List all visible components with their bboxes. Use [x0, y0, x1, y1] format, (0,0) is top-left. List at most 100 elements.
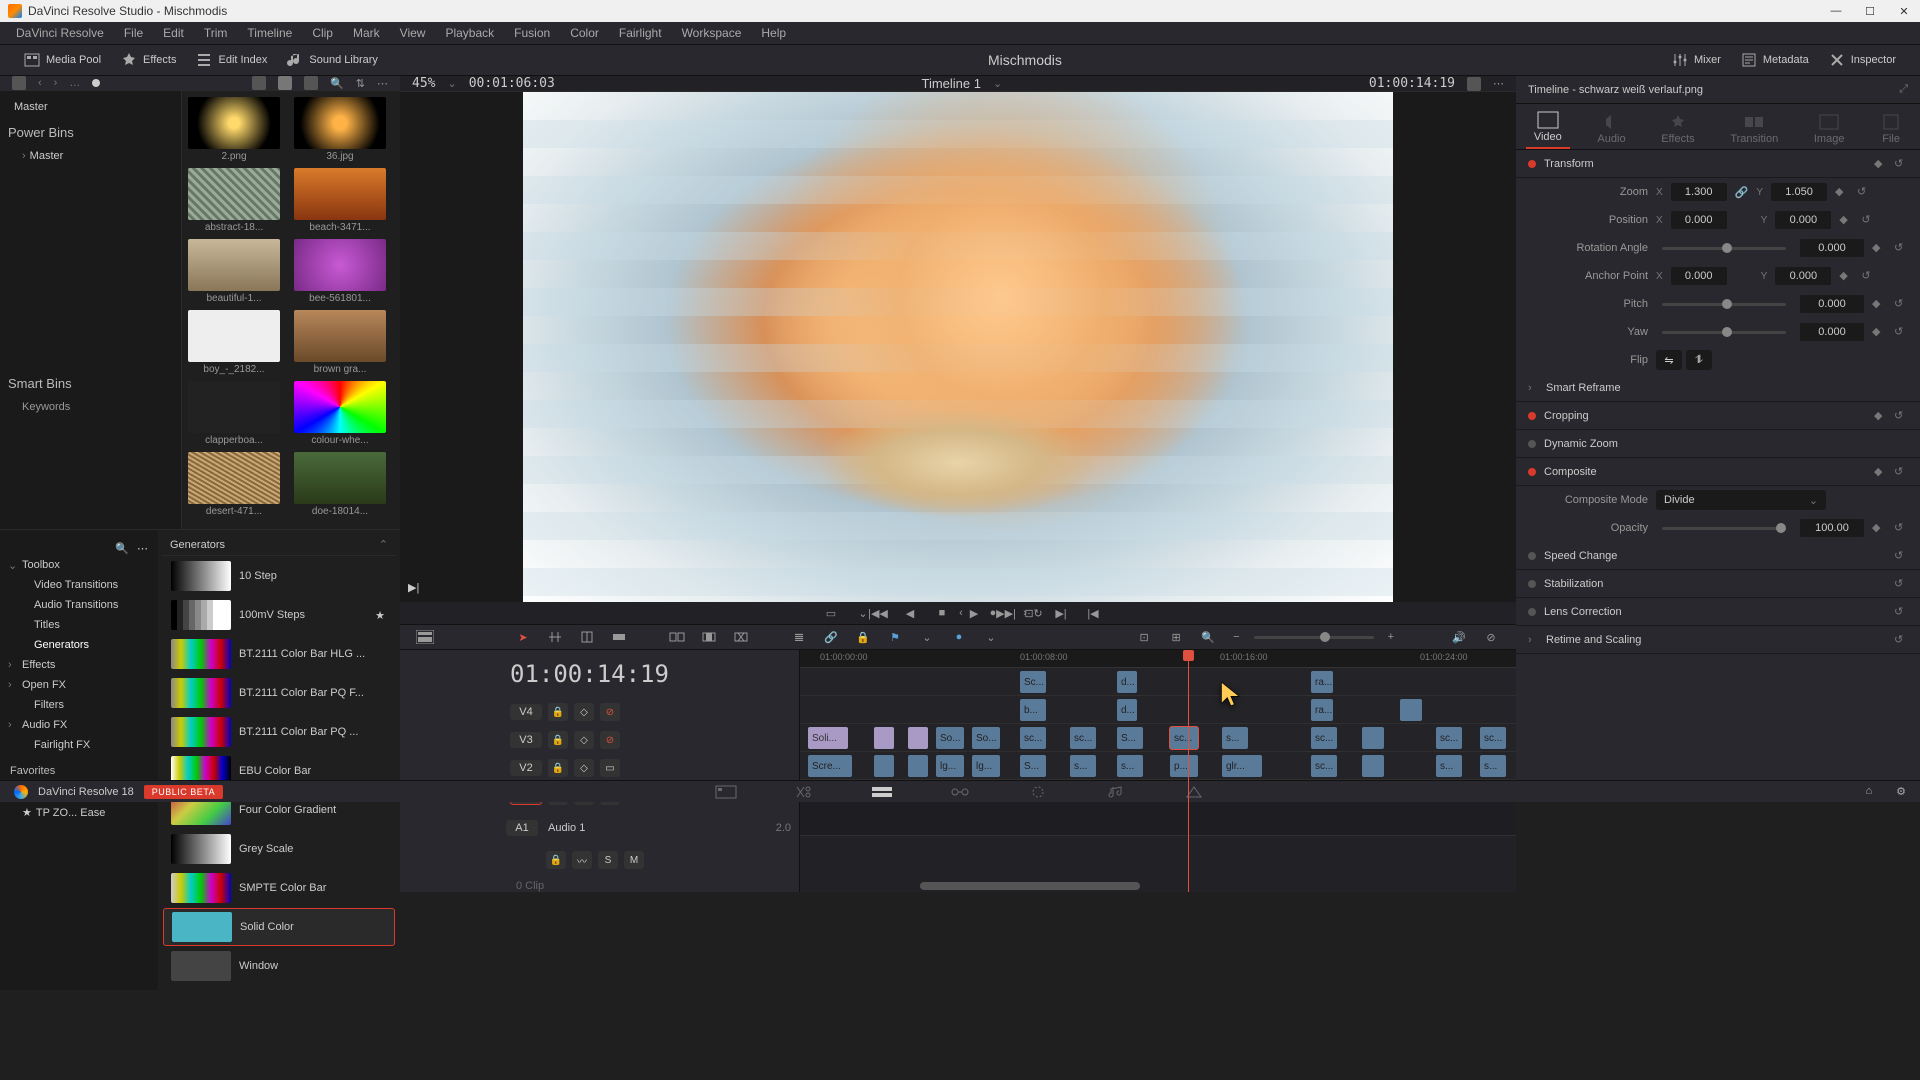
- timeline-clip[interactable]: s...: [1436, 755, 1462, 777]
- timeline-clip[interactable]: sc...: [1020, 727, 1046, 749]
- inspector-tab-video[interactable]: Video: [1526, 107, 1570, 149]
- nav-fwd-icon[interactable]: ›: [54, 77, 58, 89]
- timeline-clip[interactable]: lg...: [936, 755, 964, 777]
- yaw-field[interactable]: [1800, 323, 1864, 341]
- speed-enable-icon[interactable]: [1528, 552, 1536, 560]
- anchor-kf-icon[interactable]: ◆: [1839, 269, 1853, 283]
- timeline-clip[interactable]: sc...: [1311, 727, 1337, 749]
- menu-resolve[interactable]: DaVinci Resolve: [10, 26, 110, 40]
- edit-index-toggle[interactable]: Edit Index: [186, 48, 277, 72]
- replace-icon[interactable]: [728, 625, 754, 649]
- timeline-clip[interactable]: So...: [972, 727, 1000, 749]
- cropping-section[interactable]: Cropping◆↺: [1516, 402, 1920, 430]
- go-start-icon[interactable]: |◀: [1080, 602, 1106, 624]
- zoom-dropdown-icon[interactable]: ⌄: [447, 77, 456, 90]
- effects-toggle[interactable]: Effects: [111, 48, 186, 72]
- inspector-toggle[interactable]: Inspector: [1819, 48, 1906, 72]
- inspector-tab-image[interactable]: Image: [1806, 109, 1853, 149]
- rotation-slider[interactable]: [1662, 247, 1786, 250]
- stab-reset-icon[interactable]: ↺: [1894, 577, 1908, 591]
- zoom-kf-icon[interactable]: ◆: [1835, 185, 1849, 199]
- step-forward-icon[interactable]: ▶|: [408, 581, 419, 594]
- minimize-button[interactable]: —: [1828, 3, 1844, 19]
- zoom-link-icon[interactable]: 🔗: [1735, 186, 1749, 199]
- a1-lock-icon[interactable]: 🔒: [546, 851, 566, 869]
- overwrite-icon[interactable]: [696, 625, 722, 649]
- opacity-reset-icon[interactable]: ↺: [1894, 521, 1908, 535]
- pitch-reset-icon[interactable]: ↺: [1894, 297, 1908, 311]
- rotation-field[interactable]: [1800, 239, 1864, 257]
- fusion-page-button[interactable]: [946, 783, 974, 801]
- fav-tpzo[interactable]: ★TP ZO... Ease: [4, 802, 154, 823]
- inspector-tab-audio[interactable]: Audio: [1589, 109, 1633, 149]
- trim-tool[interactable]: [542, 625, 568, 649]
- flag-icon[interactable]: ⚑: [882, 625, 908, 649]
- transform-section[interactable]: Transform ◆↺: [1516, 150, 1920, 178]
- marker-icon[interactable]: ●: [946, 625, 972, 649]
- track-v3-label[interactable]: V3: [510, 732, 542, 748]
- menu-file[interactable]: File: [118, 26, 149, 40]
- flip-v-button[interactable]: ⥮: [1686, 350, 1712, 370]
- v3-auto-icon[interactable]: ◇: [574, 731, 594, 749]
- flag-dropdown-icon[interactable]: ⌄: [914, 625, 940, 649]
- go-end-icon[interactable]: ▶|: [1048, 602, 1074, 624]
- generator-item[interactable]: Solid Color: [163, 908, 395, 946]
- track-v2[interactable]: Soli...So...So...sc...sc...S...sc...s...…: [800, 724, 1516, 752]
- generator-item[interactable]: BT.2111 Color Bar PQ F...: [163, 674, 395, 712]
- menu-fairlight[interactable]: Fairlight: [613, 26, 668, 40]
- insert-icon[interactable]: [664, 625, 690, 649]
- home-icon[interactable]: ⌂: [1865, 785, 1872, 798]
- fairlight-page-button[interactable]: [1102, 783, 1130, 801]
- timeline-clip[interactable]: ra...: [1311, 699, 1333, 721]
- dynamic-trim-tool[interactable]: [574, 625, 600, 649]
- timeline-tracks[interactable]: 01:00:00:0001:00:08:0001:00:16:0001:00:2…: [800, 650, 1516, 892]
- timeline-dropdown-icon[interactable]: ⌄: [993, 77, 1002, 90]
- zoom-full-icon[interactable]: ⊡: [1131, 625, 1157, 649]
- lens-section[interactable]: Lens Correction↺: [1516, 598, 1920, 626]
- generator-item[interactable]: 100mV Steps★: [163, 596, 395, 634]
- media-thumb[interactable]: clapperboa...: [188, 381, 280, 446]
- comp-reset-icon[interactable]: ↺: [1894, 465, 1908, 479]
- transform-reset-icon[interactable]: ↺: [1894, 157, 1908, 171]
- lens-reset-icon[interactable]: ↺: [1894, 605, 1908, 619]
- fx-effects[interactable]: Effects: [4, 655, 154, 675]
- menu-playback[interactable]: Playback: [439, 26, 500, 40]
- track-v3[interactable]: b...d...ra...: [800, 696, 1516, 724]
- media-thumb[interactable]: desert-471...: [188, 452, 280, 517]
- yaw-reset-icon[interactable]: ↺: [1894, 325, 1908, 339]
- mixer-toggle[interactable]: Mixer: [1662, 48, 1731, 72]
- media-thumb[interactable]: colour-whe...: [294, 381, 386, 446]
- transform-overlay-icon[interactable]: ▭: [818, 602, 844, 624]
- timeline-clip[interactable]: Sc...: [1020, 671, 1046, 693]
- rot-kf-icon[interactable]: ◆: [1872, 241, 1886, 255]
- bypass-icon[interactable]: [1467, 77, 1481, 91]
- a1-curve-icon[interactable]: 〰: [572, 851, 592, 869]
- zoom-reset-icon[interactable]: ↺: [1857, 185, 1871, 199]
- timeline-view-icon[interactable]: [412, 625, 438, 649]
- edit-point-icon[interactable]: ●: [980, 602, 1006, 624]
- lock-icon[interactable]: 🔒: [850, 625, 876, 649]
- media-thumb[interactable]: abstract-18...: [188, 168, 280, 233]
- viewer-options-icon[interactable]: ⋯: [1493, 77, 1504, 90]
- timeline-ruler[interactable]: 01:00:00:0001:00:08:0001:00:16:0001:00:2…: [800, 650, 1516, 668]
- zoom-x-field[interactable]: [1671, 183, 1727, 201]
- playhead[interactable]: [1188, 650, 1189, 892]
- bin-view-dropdown[interactable]: [12, 76, 26, 90]
- v4-lock-icon[interactable]: 🔒: [548, 703, 568, 721]
- v4-disable-icon[interactable]: ⊘: [600, 703, 620, 721]
- zoom-detail-icon[interactable]: ⊞: [1163, 625, 1189, 649]
- timeline-clip[interactable]: d...: [1117, 699, 1137, 721]
- thumb-grid-icon[interactable]: [278, 76, 292, 90]
- timeline-clip[interactable]: sc...: [1436, 727, 1462, 749]
- viewer[interactable]: ▶|: [400, 92, 1516, 602]
- a1-solo-button[interactable]: S: [598, 851, 618, 869]
- timeline-clip[interactable]: [1362, 727, 1384, 749]
- timeline-clip[interactable]: sc...: [1311, 755, 1337, 777]
- media-thumb[interactable]: bee-561801...: [294, 239, 386, 304]
- fx-search-icon[interactable]: 🔍: [115, 542, 129, 555]
- timeline-name[interactable]: Timeline 1: [922, 76, 981, 91]
- smart-bin-keywords[interactable]: Keywords: [8, 397, 173, 417]
- zoom-slider[interactable]: [1254, 636, 1374, 639]
- anchor-y-field[interactable]: [1775, 267, 1831, 285]
- timeline-clip[interactable]: Scre...: [808, 755, 852, 777]
